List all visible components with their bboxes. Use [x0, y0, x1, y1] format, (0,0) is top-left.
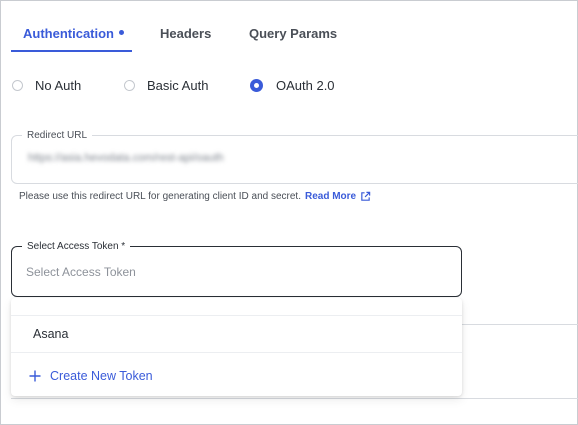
access-token-select[interactable]: Select Access Token * Select Access Toke…	[11, 240, 462, 297]
tab-headers-label: Headers	[160, 26, 212, 41]
tab-headers[interactable]: Headers	[160, 26, 211, 41]
active-tab-underline	[11, 50, 132, 52]
radio-button[interactable]	[12, 80, 23, 91]
tab-authentication[interactable]: Authentication	[23, 26, 124, 41]
redirect-url-label: Redirect URL	[22, 129, 93, 142]
radio-no-auth[interactable]: No Auth	[12, 78, 81, 93]
auth-type-radio-group: No Auth Basic Auth OAuth 2.0	[0, 76, 578, 96]
create-new-token-button[interactable]: Create New Token	[11, 360, 462, 392]
helper-text: Please use this redirect URL for generat…	[19, 191, 301, 202]
active-dot-icon	[119, 30, 124, 35]
radio-button-selected[interactable]	[250, 79, 263, 92]
radio-label: OAuth 2.0	[276, 78, 335, 93]
access-token-placeholder: Select Access Token	[26, 265, 136, 279]
radio-oauth2[interactable]: OAuth 2.0	[250, 78, 335, 93]
read-more-label: Read More	[305, 191, 357, 202]
redirect-url-field[interactable]: Redirect URL https://asia.hevodata.com/r…	[11, 129, 578, 184]
access-token-label: Select Access Token *	[22, 240, 131, 253]
read-more-link[interactable]: Read More	[305, 191, 371, 202]
radio-label: Basic Auth	[147, 78, 209, 93]
plus-icon	[29, 370, 41, 382]
tab-authentication-label: Authentication	[23, 26, 114, 41]
tab-bar: Authentication Headers Query Params	[11, 0, 571, 52]
access-token-dropdown: Asana Create New Token	[11, 298, 462, 396]
redirect-helper-text: Please use this redirect URL for generat…	[19, 191, 371, 202]
tab-query-params-label: Query Params	[249, 26, 338, 41]
radio-basic-auth[interactable]: Basic Auth	[124, 78, 208, 93]
create-new-token-label: Create New Token	[50, 369, 153, 383]
radio-label: No Auth	[35, 78, 82, 93]
dropdown-option-label: Asana	[33, 327, 69, 341]
radio-button[interactable]	[124, 80, 135, 91]
dropdown-option-asana[interactable]: Asana	[11, 315, 462, 353]
redirect-url-value: https://asia.hevodata.com/rest-api/oauth	[28, 152, 224, 164]
tab-query-params[interactable]: Query Params	[249, 26, 337, 41]
external-link-icon	[361, 191, 371, 201]
